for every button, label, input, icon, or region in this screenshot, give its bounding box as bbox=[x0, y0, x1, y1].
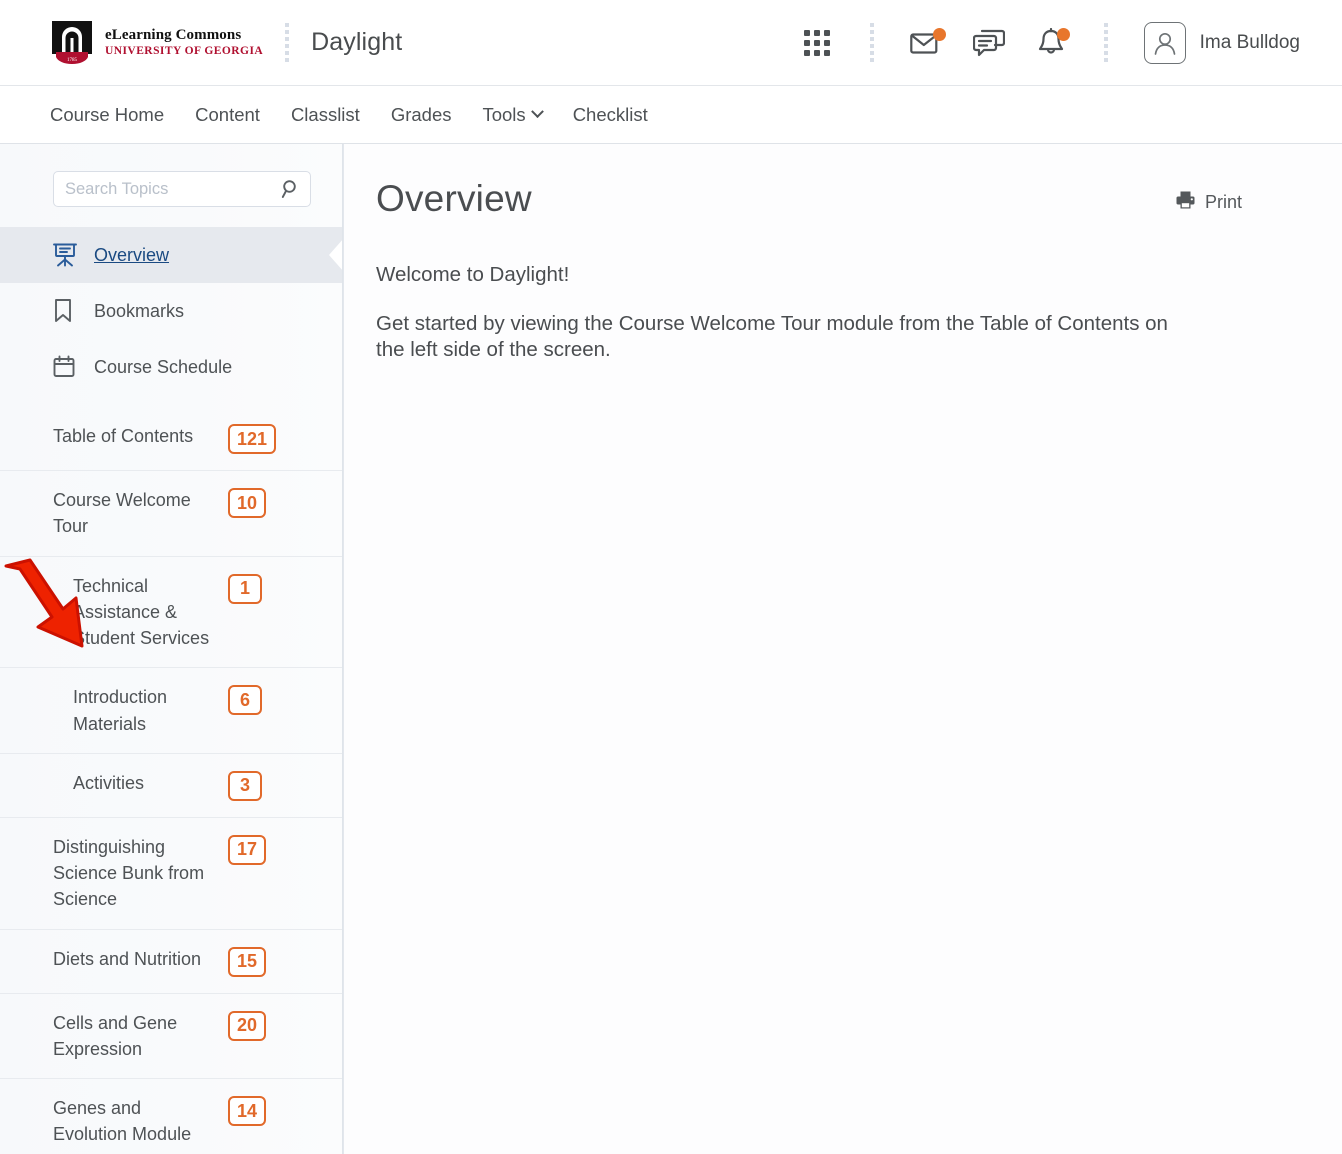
bookmark-icon bbox=[53, 298, 79, 324]
page-body: Overview Bookmarks bbox=[0, 144, 1342, 1154]
nav-item-course-home[interactable]: Course Home bbox=[50, 104, 164, 126]
logo-line-1: eLearning Commons bbox=[105, 27, 242, 44]
toc-item-count-badge: 15 bbox=[228, 946, 267, 977]
uga-arch-logo[interactable]: 1785 bbox=[50, 20, 94, 65]
toc-item-label: Introduction Materials bbox=[73, 687, 168, 734]
toc-item-label: Technical Assistance & Student Services bbox=[73, 575, 210, 649]
toc-item-label: Cells and Gene Expression bbox=[53, 1012, 178, 1059]
nav-item-tools[interactable]: Tools bbox=[482, 103, 544, 126]
user-name-label: Ima Bulldog bbox=[1199, 31, 1300, 53]
print-label: Print bbox=[1204, 192, 1242, 212]
user-menu[interactable]: Ima Bulldog bbox=[1143, 21, 1300, 64]
nav-item-classlist[interactable]: Classlist bbox=[291, 104, 360, 126]
toc-row-course-welcome-tour[interactable]: Course Welcome Tour 10 bbox=[0, 470, 343, 556]
search-box[interactable] bbox=[53, 171, 311, 207]
toc-item-count-badge: 3 bbox=[228, 770, 262, 801]
search-icon[interactable] bbox=[281, 179, 301, 199]
search-topics-row bbox=[0, 144, 343, 227]
toc-row-technical-assistance[interactable]: Technical Assistance & Student Services … bbox=[0, 555, 343, 668]
waffle-grid-icon[interactable] bbox=[795, 21, 839, 65]
main-content: Overview Print Welcome to Daylight! Get … bbox=[344, 144, 1342, 1154]
bell-icon[interactable] bbox=[1029, 21, 1073, 65]
get-started-paragraph: Get started by viewing the Course Welcom… bbox=[376, 311, 1168, 362]
top-header-bar: 1785 eLearning Commons UNIVERSITY OF GEO… bbox=[0, 0, 1342, 86]
toc-row-cells-and-gene-expression[interactable]: Cells and Gene Expression 20 bbox=[0, 992, 343, 1079]
presentation-easel-icon bbox=[53, 242, 79, 268]
toc-row-activities[interactable]: Activities 3 bbox=[0, 752, 343, 817]
nav-label: Checklist bbox=[572, 103, 648, 125]
sidebar-item-bookmarks[interactable]: Bookmarks bbox=[0, 283, 343, 339]
course-nav-bar: Course Home Content Classlist Grades Too… bbox=[0, 86, 1342, 144]
print-button[interactable]: Print bbox=[1175, 190, 1242, 215]
sidebar-item-course-schedule[interactable]: Course Schedule bbox=[0, 339, 343, 395]
main-header: Overview Print bbox=[376, 178, 1242, 220]
toc-item-count-badge: 17 bbox=[228, 834, 267, 865]
toc-row-diets-and-nutrition[interactable]: Diets and Nutrition 15 bbox=[0, 928, 343, 993]
toc-item-label: Genes and Evolution Module bbox=[53, 1098, 192, 1145]
toc-row-table-of-contents[interactable]: Table of Contents 121 bbox=[0, 407, 343, 470]
toc-item-label: Diets and Nutrition bbox=[53, 948, 202, 969]
search-input[interactable] bbox=[54, 172, 310, 206]
toc-item-count-badge: 20 bbox=[228, 1010, 267, 1041]
sidebar-quick-links: Overview Bookmarks Course Schedule bbox=[0, 227, 343, 395]
toc-item-count-badge: 121 bbox=[228, 424, 277, 454]
table-of-contents-sidebar: Overview Bookmarks bbox=[0, 144, 344, 1154]
sidebar-item-label: Course Schedule bbox=[94, 356, 233, 377]
toc-item-label: Distinguishing Science Bunk from Science bbox=[53, 836, 205, 910]
welcome-paragraph: Welcome to Daylight! bbox=[376, 263, 570, 286]
toc-item-count-badge: 10 bbox=[228, 488, 267, 518]
toc-row-distinguishing-science-bunk[interactable]: Distinguishing Science Bunk from Science… bbox=[0, 816, 343, 929]
logo-year-text: 1785 bbox=[67, 58, 78, 63]
toc-item-count-badge: 14 bbox=[228, 1096, 267, 1127]
brand-area[interactable]: 1785 eLearning Commons UNIVERSITY OF GEO… bbox=[0, 20, 263, 65]
chat-bubbles-icon[interactable] bbox=[967, 21, 1011, 65]
nav-item-grades[interactable]: Grades bbox=[391, 104, 452, 126]
nav-label: Classlist bbox=[290, 103, 360, 125]
app-title: Daylight bbox=[311, 28, 403, 56]
person-avatar-icon bbox=[1143, 21, 1186, 64]
bell-alert-dot bbox=[1056, 27, 1070, 41]
toc-item-count-badge: 6 bbox=[228, 685, 262, 716]
logo-wordmark: eLearning Commons UNIVERSITY OF GEORGIA bbox=[105, 27, 263, 57]
printer-icon bbox=[1175, 190, 1196, 215]
overview-body: Welcome to Daylight! Get started by view… bbox=[376, 262, 1242, 364]
logo-line-2: UNIVERSITY OF GEORGIA bbox=[105, 44, 264, 57]
envelope-icon[interactable] bbox=[905, 21, 949, 65]
toc-item-count-badge: 1 bbox=[228, 573, 262, 604]
header-dot-separator bbox=[285, 22, 290, 63]
nav-label: Course Home bbox=[50, 103, 165, 125]
sidebar-item-overview[interactable]: Overview bbox=[0, 227, 343, 283]
nav-label: Grades bbox=[390, 103, 452, 125]
sidebar-right-rule bbox=[342, 144, 343, 1154]
nav-item-checklist[interactable]: Checklist bbox=[573, 104, 648, 126]
chevron-down-icon bbox=[530, 105, 544, 119]
toc-row-introduction-materials[interactable]: Introduction Materials 6 bbox=[0, 667, 343, 753]
calendar-icon bbox=[53, 355, 79, 379]
nav-label: Content bbox=[195, 103, 260, 125]
sidebar-item-label: Overview bbox=[94, 244, 170, 265]
toc-item-label: Table of Contents bbox=[53, 426, 194, 446]
toc-item-label: Activities bbox=[73, 772, 145, 793]
header-dot-separator-3 bbox=[1103, 22, 1108, 63]
nav-label: Tools bbox=[482, 103, 526, 125]
header-actions: Ima Bulldog bbox=[786, 21, 1342, 65]
toc-item-label: Course Welcome Tour bbox=[53, 490, 191, 537]
envelope-alert-dot bbox=[932, 27, 946, 41]
header-dot-separator-2 bbox=[869, 22, 874, 63]
toc-row-genes-and-evolution-module[interactable]: Genes and Evolution Module 14 bbox=[0, 1078, 343, 1154]
page-title: Overview bbox=[376, 178, 532, 219]
sidebar-item-label: Bookmarks bbox=[94, 300, 185, 321]
nav-item-content[interactable]: Content bbox=[195, 104, 260, 126]
toc-list: Table of Contents 121 Course Welcome Tou… bbox=[0, 407, 343, 1154]
